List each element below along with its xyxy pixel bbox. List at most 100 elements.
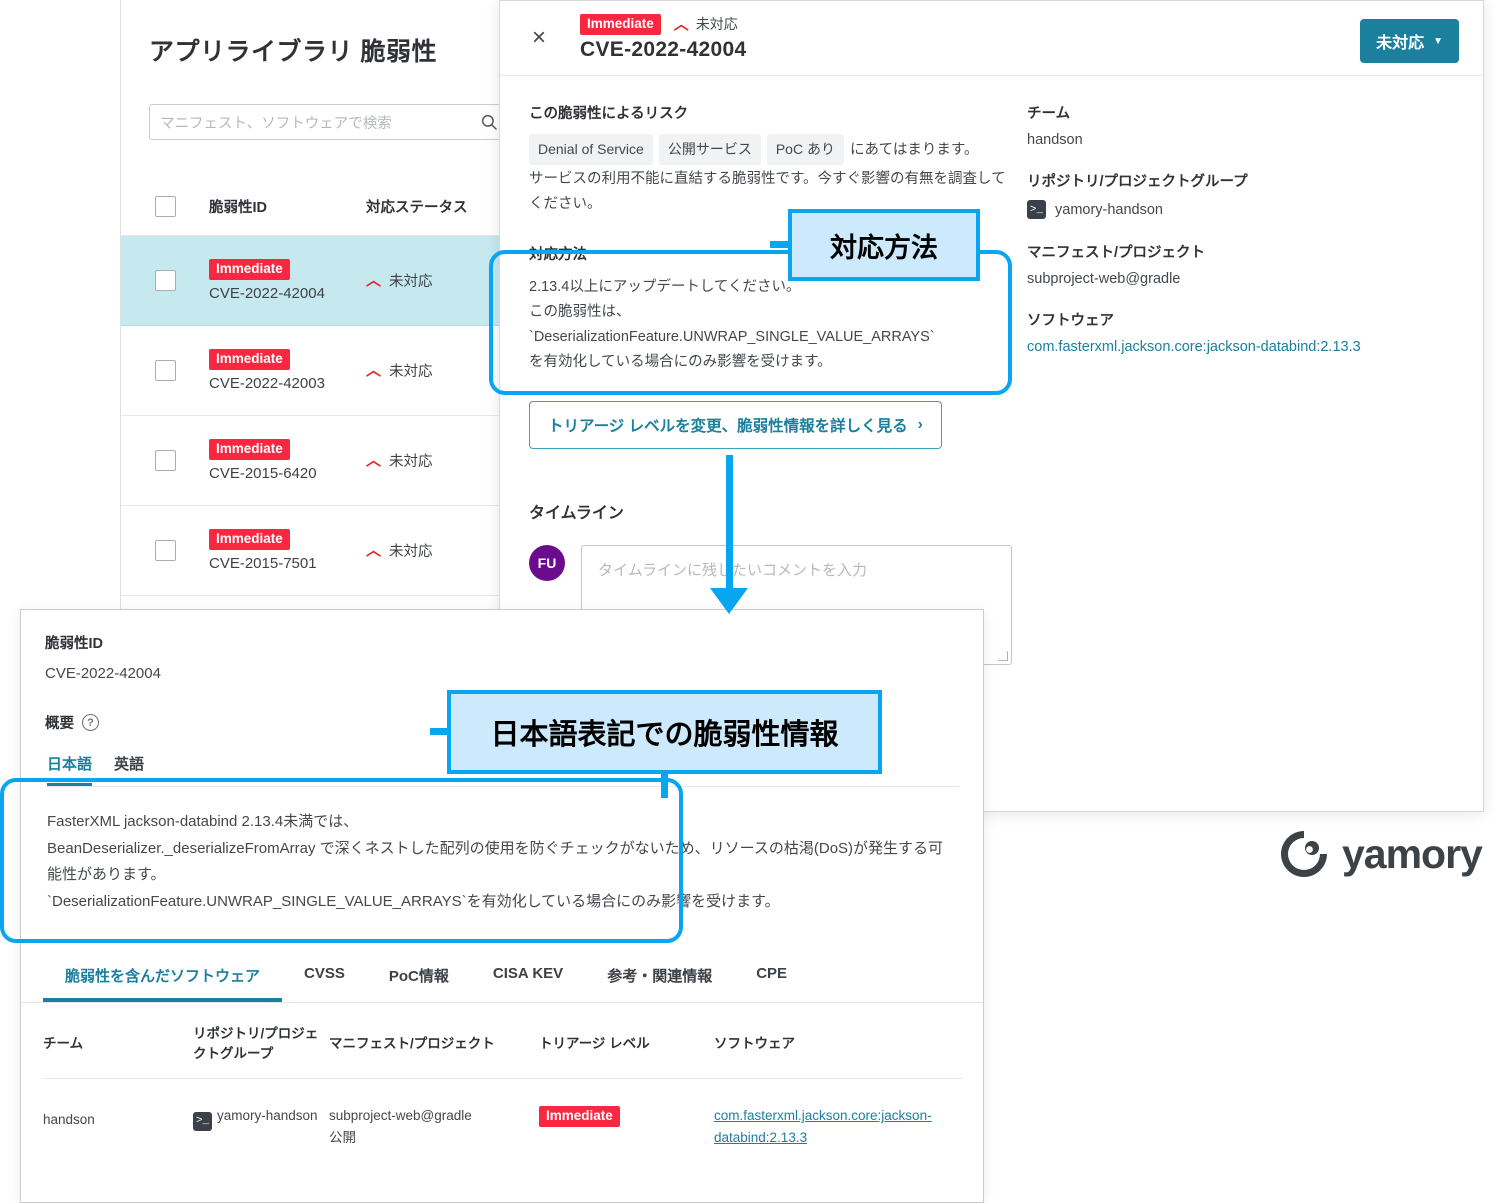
arrow-stem [726, 455, 733, 605]
row-checkbox-cell[interactable] [121, 360, 209, 381]
software-link[interactable]: com.fasterxml.jackson.core:jackson-datab… [714, 1108, 932, 1145]
search-input[interactable]: マニフェスト、ソフトウェアで検索 [149, 104, 509, 140]
row-checkbox[interactable] [154, 540, 176, 561]
tab-cvss[interactable]: CVSS [282, 957, 367, 1002]
tab-references[interactable]: 参考・関連情報 [585, 957, 734, 1002]
detail-tabs: 脆弱性を含んだソフトウェア CVSS PoC情報 CISA KEV 参考・関連情… [21, 957, 983, 1003]
terminal-icon: >_ [193, 1112, 212, 1132]
field-manifest-project: マニフェスト/プロジェクト subproject-web@gradle [1027, 241, 1442, 287]
detail-body: この脆弱性によるリスク Denial of Service 公開サービス PoC あ… [500, 76, 1483, 665]
select-all-checkbox[interactable] [154, 196, 176, 217]
close-icon[interactable]: × [526, 25, 552, 51]
field-repository-group: リポジトリ/プロジェクトグループ >_ yamory-handson [1027, 170, 1442, 219]
language-tab-divider [45, 786, 959, 787]
timeline-heading: タイムライン [529, 505, 624, 522]
triage-badge: Immediate [209, 439, 290, 460]
arrow-head-icon [710, 588, 748, 614]
row-cve-id: CVE-2022-42003 [209, 374, 325, 392]
risk-suffix: にあてはまります。 [849, 142, 979, 158]
vuln-id-value: CVE-2022-42004 [45, 665, 161, 682]
affected-software-table: チーム リポジトリ/プロジェクトグループ マニフェスト/プロジェクト トリアージ… [43, 1022, 963, 1148]
tab-poc[interactable]: PoC情報 [367, 957, 471, 1002]
screenshot-root: アプリライブラリ 脆弱性 マニフェスト、ソフトウェアで検索 脆弱性ID 対応ステ… [0, 0, 1500, 1203]
row-checkbox-cell[interactable] [121, 540, 209, 561]
chevron-up-icon: ︿ [366, 272, 382, 289]
row-checkbox-cell[interactable] [121, 270, 209, 291]
header-vuln-id: 脆弱性ID [209, 200, 267, 216]
field-value: subproject-web@gradle [1027, 271, 1181, 287]
row-cve-id: CVE-2022-42004 [209, 284, 325, 302]
triage-detail-button[interactable]: トリアージ レベルを変更、脆弱性情報を詳しく見る › [529, 401, 942, 449]
triage-badge: Immediate [580, 14, 661, 35]
row-id-cell: Immediate CVE-2015-6420 [209, 439, 366, 482]
chevron-down-icon: ▼ [1433, 35, 1443, 47]
callout-remedy: 対応方法 [788, 209, 980, 281]
triage-badge: Immediate [209, 349, 290, 370]
row-checkbox-cell[interactable] [121, 450, 209, 471]
help-icon[interactable]: ? [82, 714, 99, 731]
vuln-id-label: 脆弱性ID [45, 636, 103, 652]
header-manifest-project: マニフェスト/プロジェクト [329, 1036, 495, 1051]
software-link[interactable]: com.fasterxml.jackson.core:jackson-datab… [1027, 339, 1442, 355]
search-placeholder: マニフェスト、ソフトウェアで検索 [160, 115, 392, 132]
triage-badge: Immediate [539, 1106, 620, 1127]
callout-connector-japanese-down [661, 770, 668, 798]
field-value: yamory-handson [1055, 201, 1163, 218]
yamory-logo-icon [1281, 831, 1327, 877]
tab-english[interactable]: 英語 [114, 753, 144, 786]
detail-status: ︿ 未対応 [674, 14, 738, 34]
search-icon [481, 114, 498, 131]
field-team: チーム handson [1027, 102, 1442, 148]
chevron-up-icon: ︿ [366, 362, 382, 379]
tab-cisa-kev[interactable]: CISA KEV [471, 957, 585, 1002]
detail-right-column: チーム handson リポジトリ/プロジェクトグループ >_ yamory-h… [1012, 102, 1442, 665]
cell-repository-value: yamory-handson [217, 1108, 318, 1123]
header-software: ソフトウェア [714, 1036, 795, 1051]
cell-team: handson [43, 1112, 95, 1127]
header-triage-level: トリアージ レベル [539, 1036, 650, 1051]
detail-header-info: Immediate ︿ 未対応 CVE-2022-42004 [580, 14, 746, 62]
header-team: チーム [43, 1036, 84, 1051]
yamory-logo-text: yamory [1342, 830, 1483, 877]
row-cve-id: CVE-2015-6420 [209, 464, 317, 482]
cell-software: com.fasterxml.jackson.core:jackson-datab… [714, 1105, 934, 1148]
row-status-label: 未対応 [389, 454, 433, 470]
callout-japanese-description: 日本語表記での脆弱性情報 [447, 690, 882, 774]
yamory-logo: yamory [1278, 828, 1483, 880]
risk-chips-line: Denial of Service 公開サービス PoC あり にあてはまります。 [529, 134, 1012, 165]
field-value-row: >_ yamory-handson [1027, 200, 1442, 219]
detail-header-meta: Immediate ︿ 未対応 [580, 14, 746, 35]
select-all-cell[interactable] [121, 196, 209, 217]
detail-cve-id: CVE-2022-42004 [580, 37, 747, 61]
risk-chip: 公開サービス [658, 134, 761, 165]
table-row: handson >_ yamory-handson subproject-web@… [43, 1079, 963, 1148]
tab-cpe[interactable]: CPE [734, 957, 809, 1002]
detail-left-column: この脆弱性によるリスク Denial of Service 公開サービス PoC あ… [500, 102, 1012, 665]
resize-handle-icon[interactable] [998, 651, 1008, 661]
detail-header: × Immediate ︿ 未対応 CVE-2022-42004 未対応 ▼ [500, 1, 1483, 76]
row-id-cell: Immediate CVE-2022-42004 [209, 259, 366, 302]
field-label: リポジトリ/プロジェクトグループ [1027, 174, 1248, 190]
field-label: マニフェスト/プロジェクト [1027, 245, 1206, 261]
tab-affected-software[interactable]: 脆弱性を含んだソフトウェア [43, 957, 283, 1002]
field-label: ソフトウェア [1027, 313, 1114, 329]
chevron-up-icon: ︿ [366, 542, 382, 559]
cell-repository-group: >_ yamory-handson [193, 1105, 329, 1148]
row-checkbox[interactable] [154, 450, 176, 471]
row-id-cell: Immediate CVE-2015-7501 [209, 529, 366, 572]
row-checkbox[interactable] [154, 270, 176, 291]
chevron-right-icon: › [917, 416, 923, 433]
risk-chip: PoC あり [766, 134, 844, 165]
summary-label: 概要 [45, 716, 74, 732]
status-dropdown-button[interactable]: 未対応 ▼ [1360, 19, 1459, 63]
terminal-icon: >_ [1027, 200, 1046, 219]
row-status-label: 未対応 [389, 544, 433, 560]
row-cve-id: CVE-2015-7501 [209, 554, 317, 572]
header-repository-group: リポジトリ/プロジェクトグループ [193, 1026, 319, 1061]
cell-manifest-project: subproject-web@gradle 公開 [329, 1108, 472, 1145]
row-checkbox[interactable] [154, 360, 176, 381]
vulnerability-description: FasterXML jackson-databind 2.13.4未満では、 B… [47, 813, 944, 911]
cell-triage-level: Immediate [539, 1105, 714, 1148]
triage-badge: Immediate [209, 529, 290, 550]
tab-japanese[interactable]: 日本語 [47, 753, 93, 786]
